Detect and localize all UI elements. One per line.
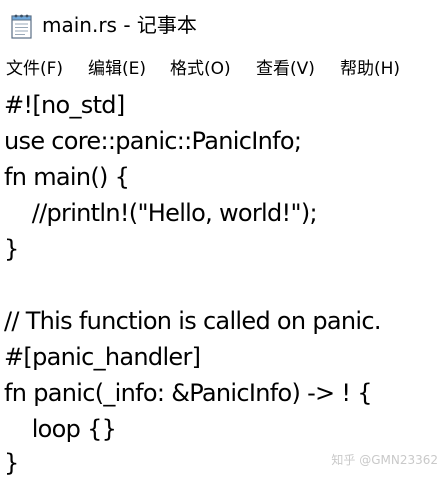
watermark: 知乎 @GMN23362 (331, 453, 438, 467)
code-line: fn main() { (4, 163, 130, 191)
code-line: } (4, 235, 19, 263)
code-line: // This function is called on panic. (4, 307, 381, 335)
window-title: main.rs - 记事本 (42, 13, 197, 37)
code-line: fn panic(_info: &PanicInfo) -> ! { (4, 379, 373, 407)
code-line: #[panic_handler] (4, 343, 201, 371)
code-line: use core::panic::PanicInfo; (4, 127, 302, 155)
menu-format[interactable]: 格式(O) (170, 57, 231, 81)
text-editor-area[interactable]: #![no_std] use core::panic::PanicInfo; f… (0, 88, 448, 480)
title-bar: main.rs - 记事本 (0, 0, 448, 50)
notepad-icon (9, 12, 35, 40)
menu-bar: 文件(F) 编辑(E) 格式(O) 查看(V) 帮助(H) (0, 52, 448, 86)
menu-help[interactable]: 帮助(H) (340, 57, 400, 81)
menu-edit[interactable]: 编辑(E) (88, 57, 146, 81)
code-line: //println!("Hello, world!"); (4, 199, 318, 227)
code-line: loop {} (4, 415, 117, 443)
menu-file[interactable]: 文件(F) (6, 57, 63, 81)
code-line: } (4, 449, 19, 477)
menu-view[interactable]: 查看(V) (256, 57, 315, 81)
code-line: #![no_std] (4, 91, 125, 119)
